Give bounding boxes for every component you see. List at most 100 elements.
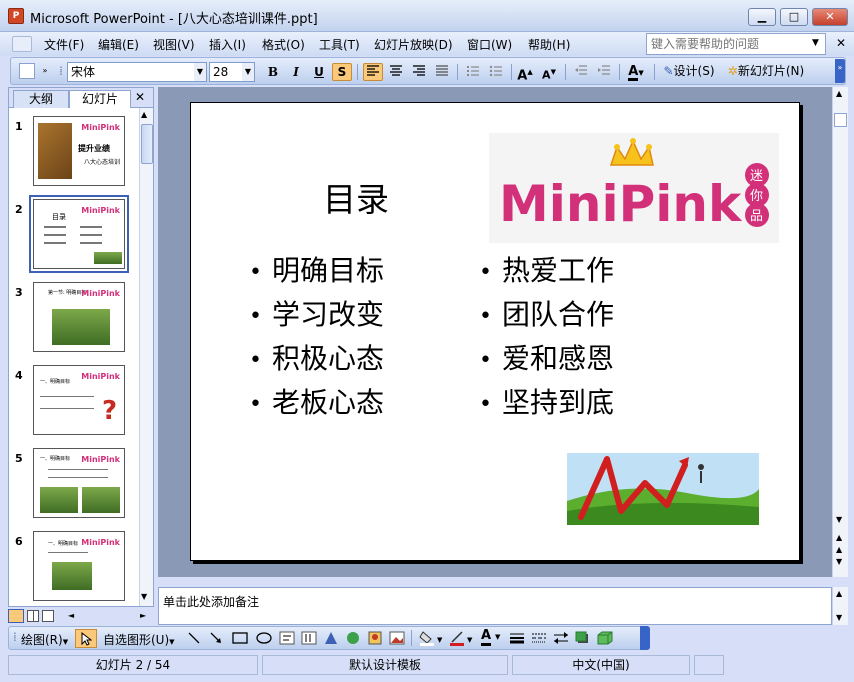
toolbar-options-icon[interactable] <box>640 626 650 650</box>
tab-outline[interactable]: 大纲 <box>13 90 69 108</box>
close-button[interactable]: ✕ <box>812 8 848 26</box>
scroll-down-icon[interactable]: ▼ <box>836 515 842 524</box>
shadow-button[interactable]: S <box>332 63 352 81</box>
slide-thumbnail-2[interactable]: 目录 MiniPink <box>29 195 129 273</box>
next-slide-icon[interactable]: ▼ <box>836 557 842 566</box>
normal-view-icon[interactable] <box>8 609 24 623</box>
oval-icon[interactable] <box>255 631 273 645</box>
previous-slide-icon[interactable]: ▲ <box>836 545 842 554</box>
line-style-icon[interactable] <box>509 631 525 645</box>
align-center-button[interactable] <box>386 63 406 81</box>
decrease-indent-button[interactable] <box>571 63 591 81</box>
new-document-icon[interactable] <box>19 63 35 79</box>
bold-button[interactable]: B <box>263 63 283 81</box>
fill-color-icon[interactable]: ▼ <box>419 630 445 646</box>
scrollbar-thumb[interactable] <box>141 124 153 164</box>
bullets-button[interactable] <box>486 63 506 81</box>
wordart-icon[interactable] <box>323 631 339 645</box>
current-slide[interactable]: 目录 MiniPink 迷 你 品 明确目标 学习改变 积极心态 老板心态 热爱… <box>190 102 800 561</box>
menu-window[interactable]: 窗口(W) <box>465 36 514 54</box>
menu-insert[interactable]: 插入(I) <box>207 36 248 54</box>
toolbar-options-icon[interactable]: » <box>835 59 845 83</box>
numbering-button[interactable] <box>463 63 483 81</box>
picture-icon[interactable] <box>389 631 405 645</box>
chevron-down-icon[interactable]: ▼ <box>194 63 206 81</box>
notes-pane[interactable]: 单击此处添加备注 <box>158 587 832 625</box>
scroll-left-icon[interactable]: ◄ <box>68 611 74 620</box>
menu-file[interactable]: 文件(F) <box>42 36 86 54</box>
menu-help[interactable]: 帮助(H) <box>526 36 572 54</box>
help-search-input[interactable] <box>646 33 826 55</box>
design-button[interactable]: ✎设计(S) <box>659 62 719 82</box>
font-color-icon[interactable]: A <box>481 629 492 646</box>
menu-view[interactable]: 视图(V) <box>151 36 197 54</box>
right-bullet-list[interactable]: 热爱工作 团队合作 爱和感恩 坚持到底 <box>479 249 614 425</box>
maximize-button[interactable]: □ <box>780 8 808 26</box>
rectangle-icon[interactable] <box>231 631 249 645</box>
underline-button[interactable]: U <box>309 63 329 81</box>
thumbnail-scrollbar[interactable]: ▲ ▼ <box>139 108 153 606</box>
3d-style-icon[interactable] <box>597 631 613 645</box>
slideshow-view-icon[interactable] <box>42 610 54 622</box>
scrollbar-thumb[interactable] <box>834 113 847 127</box>
chevron-down-icon[interactable]: ▼ <box>242 63 254 81</box>
slide-thumbnail-6[interactable]: 一、明确目标 MiniPink <box>33 531 125 601</box>
scroll-down-icon[interactable]: ▼ <box>836 613 842 622</box>
line-color-icon[interactable]: ▼ <box>449 630 475 646</box>
minimize-button[interactable]: ▁ <box>748 8 776 26</box>
decrease-font-button[interactable]: A▼ <box>539 63 559 82</box>
clipart-icon[interactable] <box>367 631 383 645</box>
slide-thumbnail-4[interactable]: 一、明确目标 MiniPink ? <box>33 365 125 435</box>
autoshapes-button[interactable]: 自选图形(U)▼ <box>103 631 175 648</box>
font-color-button[interactable]: A▼ <box>623 63 649 81</box>
draw-menu-button[interactable]: 绘图(R)▼ <box>21 631 68 648</box>
scroll-up-icon[interactable]: ▲ <box>836 89 842 98</box>
increase-indent-button[interactable] <box>594 63 614 81</box>
scroll-up-icon[interactable]: ▲ <box>141 110 147 119</box>
chevron-down-icon[interactable]: ▼ <box>495 633 500 641</box>
left-bullet-list[interactable]: 明确目标 学习改变 积极心态 老板心态 <box>249 249 384 425</box>
shadow-style-icon[interactable] <box>575 631 591 645</box>
close-panel-button[interactable]: ✕ <box>135 90 145 104</box>
menu-edit[interactable]: 编辑(E) <box>96 36 141 54</box>
scroll-right-icon[interactable]: ► <box>140 611 146 620</box>
font-name-combo[interactable]: 宋体 ▼ <box>67 62 207 82</box>
dash-style-icon[interactable] <box>531 631 547 645</box>
document-icon[interactable] <box>12 36 32 52</box>
scroll-down-icon[interactable]: ▼ <box>141 592 147 601</box>
menu-format[interactable]: 格式(O) <box>260 36 307 54</box>
align-right-button[interactable] <box>409 63 429 81</box>
menu-slideshow[interactable]: 幻灯片放映(D) <box>372 36 455 54</box>
slide-title[interactable]: 目录 <box>323 173 389 221</box>
minipink-logo[interactable]: MiniPink 迷 你 品 <box>489 133 779 243</box>
previous-slide-icon[interactable]: ▲ <box>836 533 842 542</box>
line-icon[interactable] <box>187 631 201 645</box>
growth-arrow-image[interactable] <box>567 453 759 525</box>
arrow-style-icon[interactable] <box>553 631 569 645</box>
slide-scrollbar[interactable]: ▲ ▼ ▲ ▲ ▼ <box>832 87 848 577</box>
textbox-icon[interactable] <box>279 631 295 645</box>
chevron-down-icon[interactable]: ▼ <box>812 38 819 48</box>
arrow-icon[interactable] <box>209 631 223 645</box>
scroll-up-icon[interactable]: ▲ <box>836 589 842 598</box>
tab-slides[interactable]: 幻灯片 <box>69 90 131 108</box>
notes-scrollbar[interactable]: ▲ ▼ <box>832 587 848 625</box>
menu-tools[interactable]: 工具(T) <box>317 36 362 54</box>
close-document-button[interactable]: ✕ <box>836 36 846 50</box>
select-objects-button[interactable] <box>75 629 97 648</box>
align-left-button[interactable] <box>363 63 383 81</box>
title-bar[interactable]: P Microsoft PowerPoint - [八大心态培训课件.ppt] … <box>0 0 854 32</box>
vertical-textbox-icon[interactable] <box>301 631 317 645</box>
slide-thumbnail-5[interactable]: 一、明确目标 MiniPink <box>33 448 125 518</box>
new-slide-button[interactable]: ✲新幻灯片(N) <box>723 62 809 82</box>
slide-thumbnail-1[interactable]: MiniPink 提升业绩 八大心态培训 <box>33 116 125 186</box>
font-size-combo[interactable]: 28 ▼ <box>209 62 255 82</box>
slide-sorter-view-icon[interactable] <box>27 610 39 622</box>
increase-font-button[interactable]: A▲ <box>515 63 535 83</box>
justify-button[interactable] <box>432 63 452 81</box>
slide-thumbnail-3[interactable]: 第一节: 明确目标 MiniPink <box>33 282 125 352</box>
powerpoint-app-icon[interactable]: P <box>8 8 24 24</box>
toolbar-options-icon[interactable]: » <box>41 62 49 82</box>
italic-button[interactable]: I <box>286 63 306 81</box>
diagram-icon[interactable] <box>345 631 361 645</box>
